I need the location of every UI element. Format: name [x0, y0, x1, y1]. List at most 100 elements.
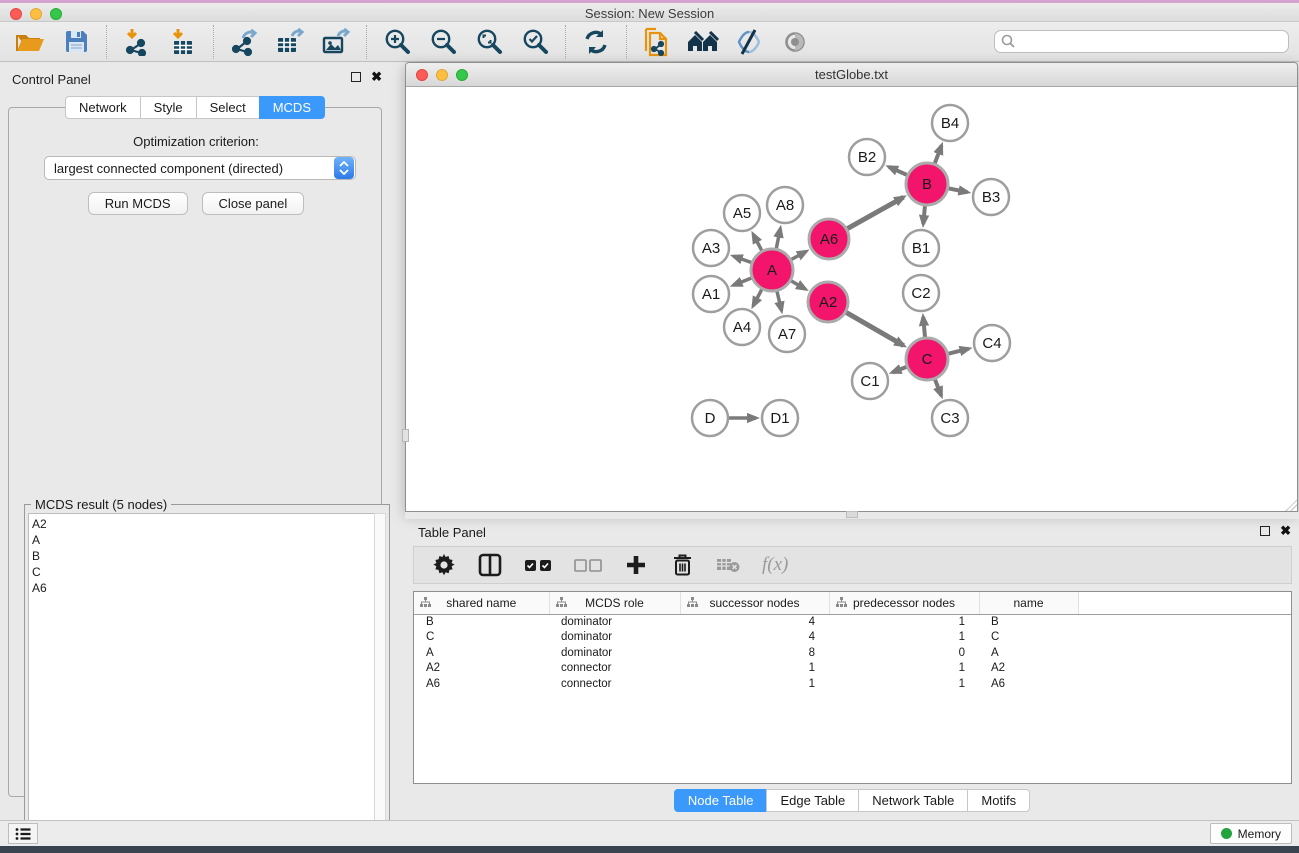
node-B3[interactable]: B3	[973, 179, 1009, 215]
column-header-predecessor-nodes[interactable]: predecessor nodes	[829, 592, 979, 614]
tab-select[interactable]: Select	[196, 96, 259, 119]
cell-shared-name[interactable]: A6	[414, 676, 549, 692]
delete-table-icon[interactable]	[716, 551, 740, 579]
cell-MCDS-role[interactable]: dominator	[549, 645, 680, 661]
result-item[interactable]: A6	[32, 580, 376, 596]
node-A4[interactable]: A4	[724, 309, 760, 345]
cell-successor-nodes[interactable]: 8	[680, 645, 829, 661]
edge-A-A7[interactable]	[777, 291, 782, 310]
column-icon[interactable]	[478, 551, 502, 579]
export-network-icon[interactable]	[228, 26, 260, 58]
zoom-in-icon[interactable]	[381, 26, 413, 58]
tab-network-table[interactable]: Network Table	[858, 789, 967, 812]
search-input[interactable]	[994, 30, 1289, 53]
node-B1[interactable]: B1	[903, 230, 939, 266]
cell-MCDS-role[interactable]: connector	[549, 676, 680, 692]
result-scrollbar[interactable]	[374, 513, 386, 839]
cell-name[interactable]: C	[979, 630, 1078, 646]
refresh-icon[interactable]	[580, 26, 612, 58]
cell-successor-nodes[interactable]: 1	[680, 661, 829, 677]
select-all-icon[interactable]	[524, 551, 552, 579]
column-header-MCDS-role[interactable]: MCDS role	[549, 592, 680, 614]
node-A6[interactable]: A6	[809, 219, 849, 259]
cell-MCDS-role[interactable]: dominator	[549, 614, 680, 630]
hide-details-icon[interactable]	[733, 26, 765, 58]
edge-A2-C[interactable]	[846, 312, 903, 345]
cell-predecessor-nodes[interactable]: 0	[829, 645, 979, 661]
node-A8[interactable]: A8	[767, 187, 803, 223]
node-C1[interactable]: C1	[852, 363, 888, 399]
delete-icon[interactable]	[670, 551, 694, 579]
node-A1[interactable]: A1	[693, 276, 729, 312]
node-B4[interactable]: B4	[932, 105, 968, 141]
cell-shared-name[interactable]: B	[414, 614, 549, 630]
tab-edge-table[interactable]: Edge Table	[766, 789, 858, 812]
cell-successor-nodes[interactable]: 1	[680, 676, 829, 692]
close-panel-button[interactable]: Close panel	[202, 192, 305, 215]
edge-A-A8[interactable]	[776, 229, 780, 249]
edge-C-C4[interactable]	[948, 349, 968, 354]
save-session-icon[interactable]	[60, 26, 92, 58]
pane-divider-grip[interactable]	[846, 511, 858, 518]
run-mcds-button[interactable]: Run MCDS	[88, 192, 188, 215]
tab-network[interactable]: Network	[65, 96, 140, 119]
import-table-icon[interactable]	[167, 26, 199, 58]
resize-corner-icon[interactable]	[1285, 499, 1297, 511]
cell-shared-name[interactable]: A	[414, 645, 549, 661]
open-session-icon[interactable]	[14, 26, 46, 58]
table-row[interactable]: Adominator80A	[414, 645, 1291, 661]
cell-name[interactable]: B	[979, 614, 1078, 630]
optimization-dropdown[interactable]: largest connected component (directed)	[44, 156, 356, 180]
edge-A-A5[interactable]	[753, 234, 762, 250]
table-row[interactable]: Cdominator41C	[414, 630, 1291, 646]
export-table-icon[interactable]	[274, 26, 306, 58]
edge-A-A6[interactable]	[791, 251, 806, 259]
node-C[interactable]: C	[906, 338, 948, 380]
edge-B-B2[interactable]	[889, 167, 907, 175]
edge-A-A1[interactable]	[733, 278, 751, 285]
zoom-out-icon[interactable]	[427, 26, 459, 58]
node-A5[interactable]: A5	[724, 195, 760, 231]
edge-C-C2[interactable]	[923, 317, 925, 337]
edge-B-B1[interactable]	[923, 206, 925, 224]
edge-A-A4[interactable]	[753, 289, 762, 305]
node-A[interactable]: A	[751, 249, 793, 291]
pane-divider[interactable]	[405, 512, 1299, 519]
node-A3[interactable]: A3	[693, 230, 729, 266]
node-table[interactable]: shared nameMCDS rolesuccessor nodesprede…	[413, 591, 1292, 784]
edge-A6-B[interactable]	[847, 197, 903, 229]
tab-motifs[interactable]: Motifs	[967, 789, 1030, 812]
cell-MCDS-role[interactable]: dominator	[549, 630, 680, 646]
cell-predecessor-nodes[interactable]: 1	[829, 676, 979, 692]
result-item[interactable]: C	[32, 564, 376, 580]
edge-C-C1[interactable]	[892, 367, 906, 372]
new-network-icon[interactable]	[641, 26, 673, 58]
float-panel-icon[interactable]	[351, 72, 361, 82]
cell-successor-nodes[interactable]: 4	[680, 614, 829, 630]
cell-predecessor-nodes[interactable]: 1	[829, 614, 979, 630]
edge-B-B3[interactable]	[949, 188, 968, 192]
result-item[interactable]: A	[32, 532, 376, 548]
node-A7[interactable]: A7	[769, 316, 805, 352]
node-D1[interactable]: D1	[762, 400, 798, 436]
node-C2[interactable]: C2	[903, 275, 939, 311]
float-table-panel-icon[interactable]	[1260, 526, 1270, 536]
tab-mcds[interactable]: MCDS	[259, 96, 325, 119]
function-icon[interactable]: f(x)	[762, 551, 788, 579]
cell-shared-name[interactable]: A2	[414, 661, 549, 677]
table-row[interactable]: A2connector11A2	[414, 661, 1291, 677]
task-history-button[interactable]	[8, 823, 38, 844]
export-image-icon[interactable]	[320, 26, 352, 58]
gear-icon[interactable]	[432, 551, 456, 579]
edge-C-C3[interactable]	[935, 379, 941, 395]
edge-B-B4[interactable]	[935, 145, 942, 163]
result-item[interactable]: B	[32, 548, 376, 564]
network-canvas[interactable]: B4B2BB3B1A5A8A6A3AA1C2A4A7A2C4CC1C3DD1	[406, 87, 1297, 511]
cell-name[interactable]: A2	[979, 661, 1078, 677]
column-header-shared-name[interactable]: shared name	[414, 592, 549, 614]
cell-shared-name[interactable]: C	[414, 630, 549, 646]
cell-MCDS-role[interactable]: connector	[549, 661, 680, 677]
node-A2[interactable]: A2	[808, 282, 848, 322]
import-network-icon[interactable]	[121, 26, 153, 58]
tab-style[interactable]: Style	[140, 96, 196, 119]
